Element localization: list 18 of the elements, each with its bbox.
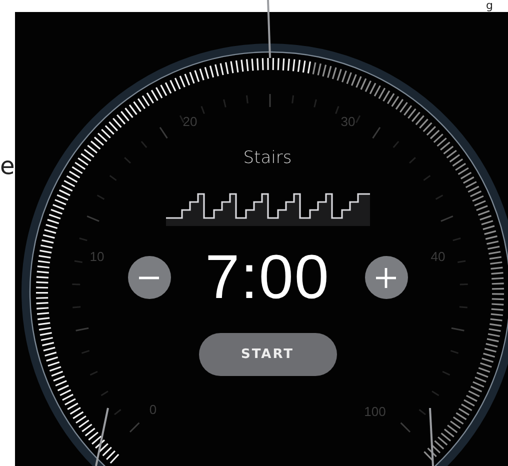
annotation-text: g <box>486 0 493 11</box>
plus-icon <box>376 268 396 288</box>
scale-label: 100 <box>364 404 386 419</box>
annotation-text: e <box>0 154 15 178</box>
increase-button[interactable] <box>364 256 408 299</box>
leader-line <box>429 408 434 466</box>
leader-line <box>95 408 109 466</box>
scale-label: 10 <box>90 249 104 264</box>
scale-label: 0 <box>149 402 157 417</box>
scale-label: 20 <box>182 114 198 129</box>
decrease-button[interactable] <box>128 256 170 299</box>
start-button[interactable]: START <box>198 333 336 376</box>
leader-line <box>267 0 271 58</box>
scale-label: 30 <box>340 114 356 129</box>
workout-title: Stairs <box>243 148 292 168</box>
scale-label: 40 <box>430 249 446 264</box>
timer-display: 7:00 <box>204 242 330 313</box>
minus-icon <box>139 276 159 280</box>
